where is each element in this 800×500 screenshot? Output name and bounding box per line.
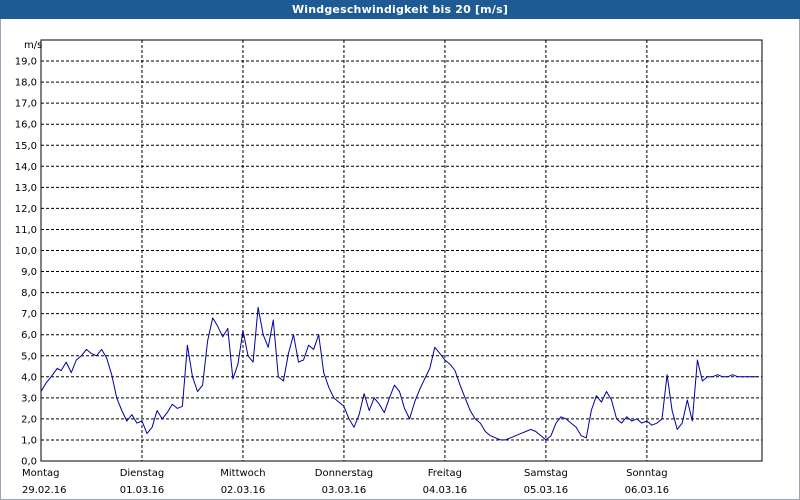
x-tick-day-label: Sonntag [626,468,668,479]
y-tick-label: 6,0 [21,330,37,341]
y-tick-label: 14,0 [15,162,37,173]
y-tick-label: 7,0 [21,309,37,320]
x-tick-date-label: 05.03.16 [524,485,569,496]
y-tick-label: 16,0 [15,120,37,131]
y-tick-label: 11,0 [15,225,37,236]
y-tick-label: 12,0 [15,204,37,215]
y-tick-label: 1,0 [21,435,37,446]
y-tick-label: 10,0 [15,246,37,257]
x-tick-date-label: 02.03.16 [221,485,266,496]
y-tick-label: 18,0 [15,78,37,89]
horizontal-grid [41,60,762,441]
x-tick-date-label: 04.03.16 [423,485,468,496]
y-tick-label: 8,0 [21,288,37,299]
x-tick-day-label: Dienstag [120,468,165,479]
y-tick-label: 17,0 [15,99,37,110]
y-tick-label: 13,0 [15,183,37,194]
x-tick-day-label: Samstag [524,468,568,479]
x-tick-day-label: Freitag [428,468,462,479]
x-tick-date-label: 01.03.16 [120,485,165,496]
wind-speed-chart: m/s 0,0 1,0 2,0 3,0 4,0 5,0 6,0 7,0 8,0 9,0 10,0 11… [15,39,763,496]
y-tick-label: 15,0 [15,141,37,152]
series-group [40,306,758,441]
y-tick-label: 3,0 [21,393,37,404]
y-tick-label: 2,0 [21,414,37,425]
y-tick-label: 0,0 [21,457,37,468]
x-tick-day-label: Donnerstag [315,468,373,479]
y-tick-label: 4,0 [21,372,37,383]
y-tick-label: 19,0 [15,57,37,68]
x-tick-date-label: 06.03.16 [625,485,670,496]
x-axis: Montag 29.02.16 Dienstag 01.03.16 Mittwoch 02… [22,468,669,496]
y-axis: m/s 0,0 1,0 2,0 3,0 4,0 5,0 6,0 7,0 8,0 9,0 10,0 11… [15,40,43,468]
wind-speed-series-line [40,306,758,441]
plot-area [40,39,763,462]
x-tick-day-label: Mittwoch [220,468,265,479]
y-tick-label: 9,0 [21,267,37,278]
y-tick-label: 5,0 [21,351,37,362]
x-tick-date-label: 29.02.16 [22,485,67,496]
x-tick-date-label: 03.03.16 [322,485,367,496]
x-tick-day-label: Montag [22,468,59,479]
y-axis-unit-label: m/s [24,40,42,51]
